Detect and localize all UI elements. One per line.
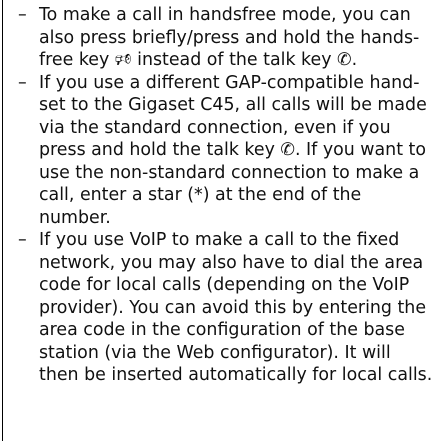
note-gap-handset: – If you use a different GAP-compatible …	[18, 72, 433, 230]
margin-rule	[2, 0, 3, 441]
note-text: .	[351, 50, 358, 70]
list-dash: –	[18, 5, 27, 25]
note-handsfree: – To make a call in handsfree mode, you …	[18, 4, 433, 72]
handsfree-key-icon: 🕫	[114, 50, 132, 70]
talk-key-icon: ✆	[337, 50, 352, 70]
note-voip-area-code: – If you use VoIP to make a call to the …	[18, 229, 433, 387]
note-text: If you use VoIP to make a call to the fi…	[39, 230, 433, 385]
note-text: instead of the talk key	[131, 50, 338, 70]
list-dash: –	[18, 230, 27, 250]
manual-page: – To make a call in handsfree mode, you …	[0, 0, 441, 441]
notes-list: – To make a call in handsfree mode, you …	[18, 4, 433, 387]
talk-key-icon: ✆	[280, 140, 295, 160]
list-dash: –	[18, 72, 27, 93]
